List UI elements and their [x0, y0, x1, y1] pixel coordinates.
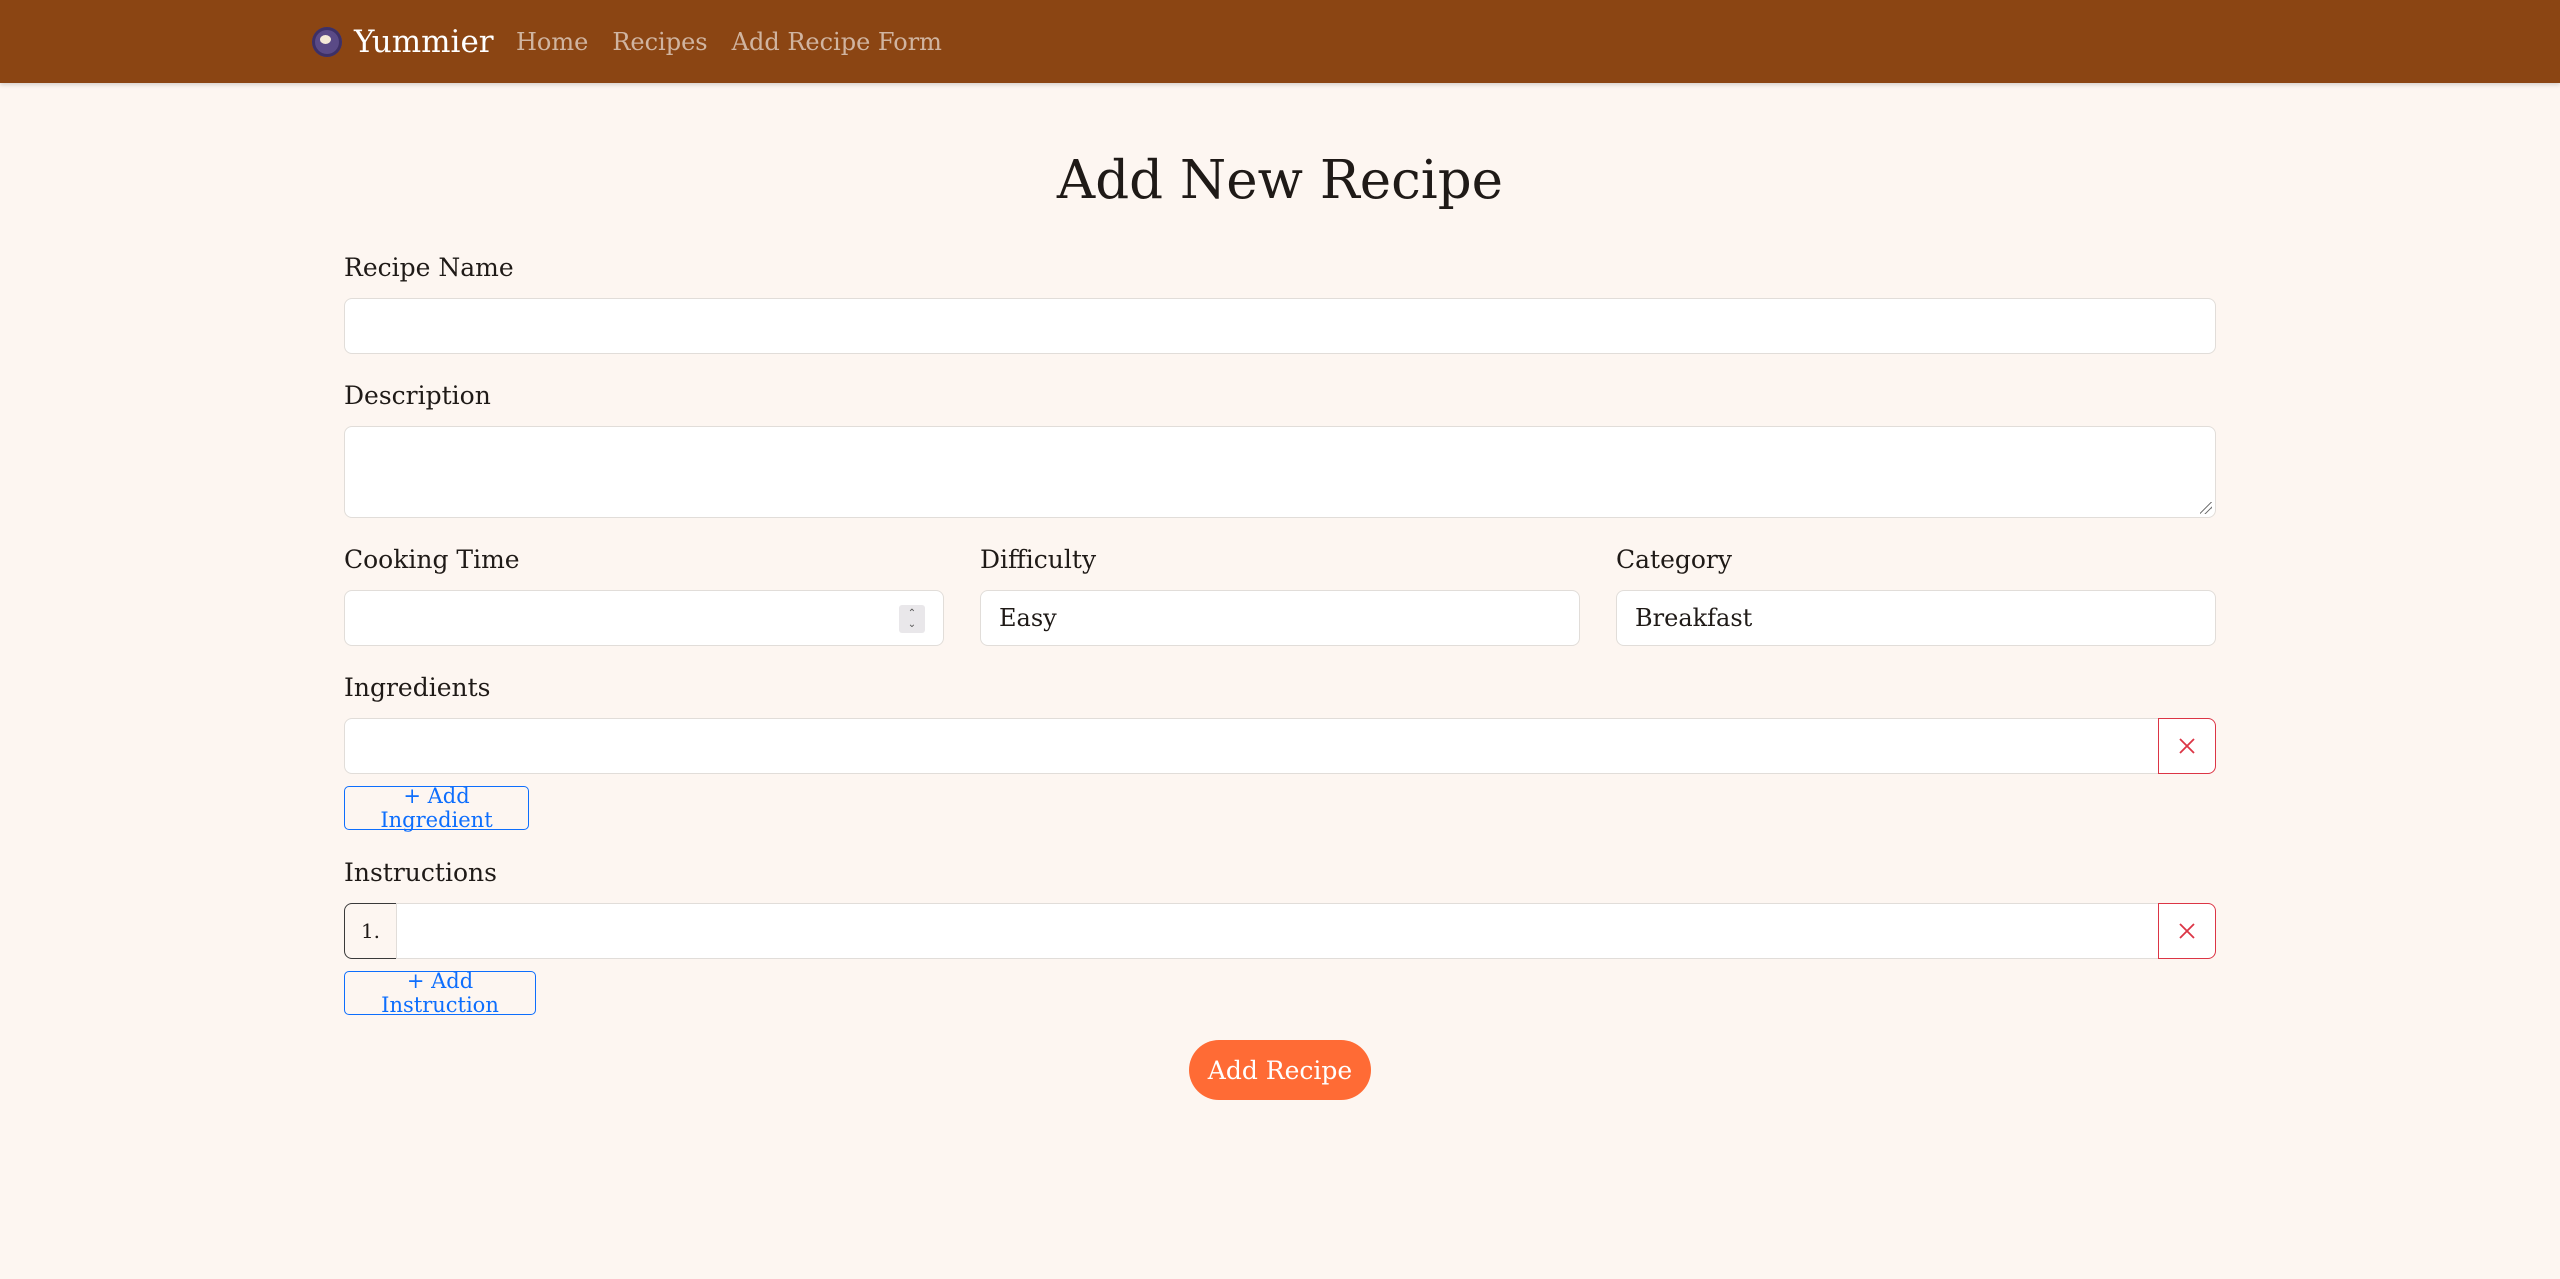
brand-name: Yummier — [354, 23, 494, 60]
recipe-name-input[interactable] — [344, 298, 2216, 354]
number-spinner-icon[interactable]: ⌃ ⌄ — [899, 605, 925, 633]
add-instruction-button[interactable]: + Add Instruction — [344, 969, 536, 1017]
close-icon — [2179, 738, 2195, 754]
remove-instruction-button[interactable] — [2158, 903, 2216, 959]
add-ingredient-button[interactable]: + Add Ingredient — [344, 784, 529, 832]
navbar: Yummier Home Recipes Add Recipe Form — [0, 0, 2560, 83]
nav-link-recipes[interactable]: Recipes — [612, 28, 707, 56]
category-label: Category — [1616, 545, 1733, 574]
cooking-time-label: Cooking Time — [344, 545, 520, 574]
brand-link[interactable]: Yummier — [312, 0, 494, 83]
instruction-input[interactable] — [396, 903, 2159, 959]
ingredients-label: Ingredients — [344, 673, 491, 702]
instruction-step-number: 1. — [344, 903, 397, 959]
description-textarea[interactable] — [344, 426, 2216, 518]
resize-grip-icon[interactable] — [2200, 502, 2212, 514]
cooking-time-input[interactable]: ⌃ ⌄ — [344, 590, 944, 646]
recipe-name-label: Recipe Name — [344, 253, 514, 282]
description-label: Description — [344, 381, 491, 410]
category-select[interactable]: Breakfast — [1616, 590, 2216, 646]
add-recipe-submit-button[interactable]: Add Recipe — [1189, 1040, 1371, 1100]
difficulty-label: Difficulty — [980, 545, 1097, 574]
nav-links: Home Recipes Add Recipe Form — [516, 0, 942, 83]
close-icon — [2179, 923, 2195, 939]
instructions-label: Instructions — [344, 858, 497, 887]
difficulty-select[interactable]: Easy — [980, 590, 1580, 646]
nav-link-add-recipe-form[interactable]: Add Recipe Form — [732, 28, 942, 56]
food-bowl-icon — [312, 26, 342, 57]
page-title: Add New Recipe — [1056, 150, 1504, 211]
remove-ingredient-button[interactable] — [2158, 718, 2216, 774]
nav-link-home[interactable]: Home — [516, 28, 588, 56]
ingredient-input[interactable] — [344, 718, 2159, 774]
